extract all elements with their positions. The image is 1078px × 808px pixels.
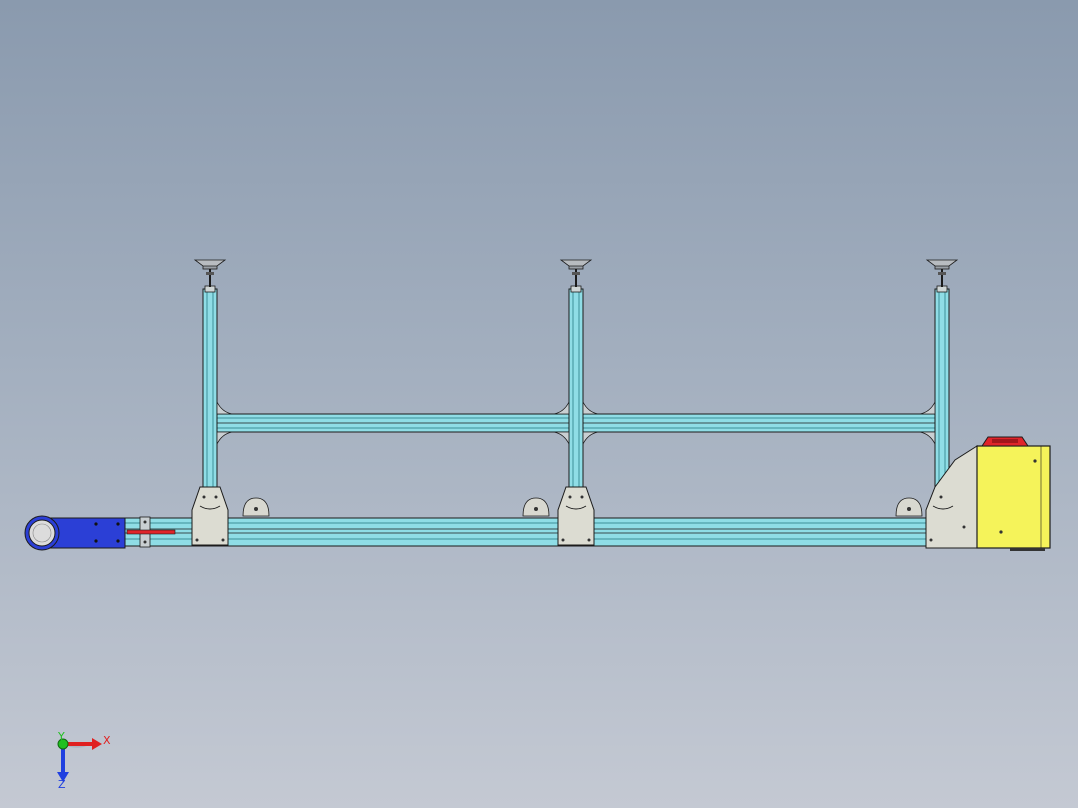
- idler-roller-2: [522, 497, 550, 517]
- right-leg: [934, 285, 950, 490]
- x-axis-label: X: [103, 734, 111, 747]
- middle-leg: [568, 285, 584, 490]
- leveling-foot-left: [193, 259, 227, 287]
- left-leg: [202, 285, 218, 490]
- cad-viewport[interactable]: X Y Z: [0, 0, 1078, 808]
- y-axis-label: Y: [57, 730, 65, 743]
- leg-bracket-middle: [557, 486, 595, 546]
- conveyor-main-beam: [123, 517, 955, 547]
- leg-bracket-right: [925, 445, 978, 549]
- z-axis-label: Z: [58, 778, 66, 791]
- conveyor-frame-drawing: X Y Z: [24, 259, 1051, 791]
- drive-motor: [24, 515, 126, 551]
- leveling-foot-right: [925, 259, 959, 287]
- leveling-foot-middle: [559, 259, 593, 287]
- idler-roller-3: [895, 497, 923, 517]
- electrical-control-box: [976, 445, 1051, 551]
- x-axis-arrowhead-icon: [92, 738, 102, 750]
- coordinate-triad: X Y Z: [57, 730, 111, 791]
- leg-bracket-left: [191, 486, 229, 546]
- idler-roller-1: [242, 497, 270, 517]
- electrical-box-handle: [981, 436, 1029, 447]
